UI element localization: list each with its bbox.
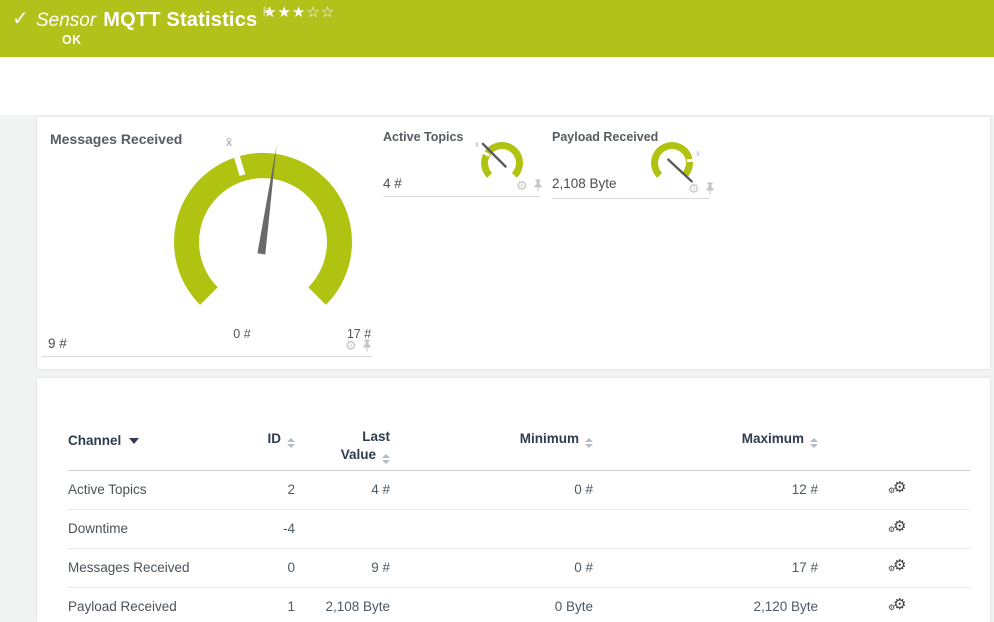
channel-minimum: 0 #: [574, 560, 593, 575]
column-header-channel[interactable]: Channel: [68, 378, 235, 470]
average-marker: x̄: [226, 135, 232, 149]
sort-icon: [585, 437, 593, 448]
channel-maximum: 12 #: [791, 482, 818, 497]
pin-icon[interactable]: [533, 179, 543, 192]
channel-name[interactable]: Messages Received: [68, 548, 235, 587]
gauge-current-value: 9 #: [48, 336, 67, 351]
column-header-last-value[interactable]: Last Value: [295, 378, 390, 470]
gauge-actions: ⚙: [516, 179, 543, 192]
channels-table: Channel ID Last Value Minimum Maximum Ac…: [68, 378, 970, 622]
channel-settings-icon[interactable]: ⚙ ⚙: [888, 557, 908, 575]
gauge-title: Active Topics: [383, 130, 464, 144]
pin-icon[interactable]: [705, 182, 715, 195]
gauge-actions: ⚙: [688, 182, 715, 195]
channel-settings-icon[interactable]: ⚙ ⚙: [888, 479, 908, 497]
table-row[interactable]: Active Topics 2 4 # 0 # 12 # ⚙ ⚙: [68, 470, 970, 509]
column-header-id[interactable]: ID: [235, 378, 295, 470]
object-type-label: Sensor: [36, 10, 97, 31]
channel-id: -4: [282, 521, 295, 536]
sensor-page: ✓ SensorMQTT Statistics⚐ ★★★☆☆ OK Overvi…: [0, 0, 994, 622]
column-header-minimum[interactable]: Minimum: [390, 378, 593, 470]
sensor-header: ✓ Sensor MQTT Statistics ⚐ ★★★☆☆ OK: [0, 0, 994, 57]
gauge-current-value: 4 #: [383, 176, 402, 191]
stars-empty[interactable]: ☆☆: [306, 4, 335, 21]
gauge-actions: ⚙: [345, 339, 372, 352]
gauge-min-label: 0 #: [233, 327, 251, 341]
column-label: Maximum: [741, 430, 804, 446]
column-header-maximum[interactable]: Maximum: [593, 378, 818, 470]
gauge-divider: [383, 196, 540, 197]
sort-desc-icon: [129, 437, 140, 444]
column-label: Last: [362, 428, 390, 444]
pin-icon[interactable]: [362, 339, 372, 352]
column-label: Minimum: [519, 430, 579, 446]
channel-id: 2: [287, 482, 295, 497]
channel-name[interactable]: Active Topics: [68, 470, 235, 509]
status-check-icon: ✓: [12, 8, 29, 30]
sensor-title-line: Sensor MQTT Statistics ⚐: [36, 5, 272, 32]
column-label: ID: [267, 430, 282, 446]
channel-settings-icon[interactable]: ⚙ ⚙: [888, 518, 908, 536]
sort-icon: [810, 437, 818, 448]
channel-maximum: [593, 509, 818, 548]
channel-id: 1: [287, 599, 295, 614]
gear-icon[interactable]: ⚙: [688, 182, 700, 195]
table-row[interactable]: Payload Received 1 2,108 Byte 0 Byte 2,1…: [68, 587, 970, 622]
gauges-panel: Messages Received x̄ 0 # 17 # 9 # ⚙ Acti…: [37, 117, 990, 369]
table-row[interactable]: Downtime -4 ⚙ ⚙: [68, 509, 970, 548]
channel-last-value: 9 #: [371, 560, 390, 575]
channel-name[interactable]: Downtime: [68, 509, 235, 548]
channel-minimum: [390, 509, 593, 548]
average-marker: x̄: [475, 142, 479, 149]
gauge-divider: [42, 356, 372, 357]
table-row[interactable]: Messages Received 0 9 # 0 # 17 # ⚙ ⚙: [68, 548, 970, 587]
table-header-row: Channel ID Last Value Minimum Maximum: [68, 378, 970, 470]
priority-stars[interactable]: ★★★☆☆: [263, 3, 335, 21]
channels-panel: Channel ID Last Value Minimum Maximum Ac…: [37, 378, 990, 622]
stars-filled[interactable]: ★★★: [263, 4, 306, 21]
content-area: Messages Received x̄ 0 # 17 # 9 # ⚙ Acti…: [0, 115, 994, 622]
channel-last-value: [295, 509, 390, 548]
sort-icon: [287, 437, 295, 448]
column-label: Value: [340, 446, 376, 462]
gauge-divider: [552, 198, 710, 199]
channel-settings-icon[interactable]: ⚙ ⚙: [888, 596, 908, 614]
gear-icon[interactable]: ⚙: [516, 179, 528, 192]
column-label: Channel: [68, 432, 122, 448]
gear-icon[interactable]: ⚙: [345, 339, 357, 352]
gauge-dial: x̄: [174, 135, 352, 305]
gauge-current-value: 2,108 Byte: [552, 176, 617, 191]
status-badge: OK: [62, 33, 82, 47]
channel-name[interactable]: Payload Received: [68, 587, 235, 622]
average-marker: x̄: [696, 151, 700, 158]
page-title: MQTT Statistics: [103, 9, 258, 31]
channel-maximum: 2,120 Byte: [753, 599, 818, 614]
channel-maximum: 17 #: [791, 560, 818, 575]
column-header-actions: [818, 378, 970, 470]
tab-bar: Overview Live Data 2 days 30 days 365 da…: [0, 57, 994, 163]
channel-minimum: 0 #: [574, 482, 593, 497]
channel-id: 0: [287, 560, 295, 575]
channel-last-value: 4 #: [371, 482, 390, 497]
sort-icon: [382, 453, 390, 464]
channel-last-value: 2,108 Byte: [325, 599, 390, 614]
channel-minimum: 0 Byte: [554, 599, 593, 614]
